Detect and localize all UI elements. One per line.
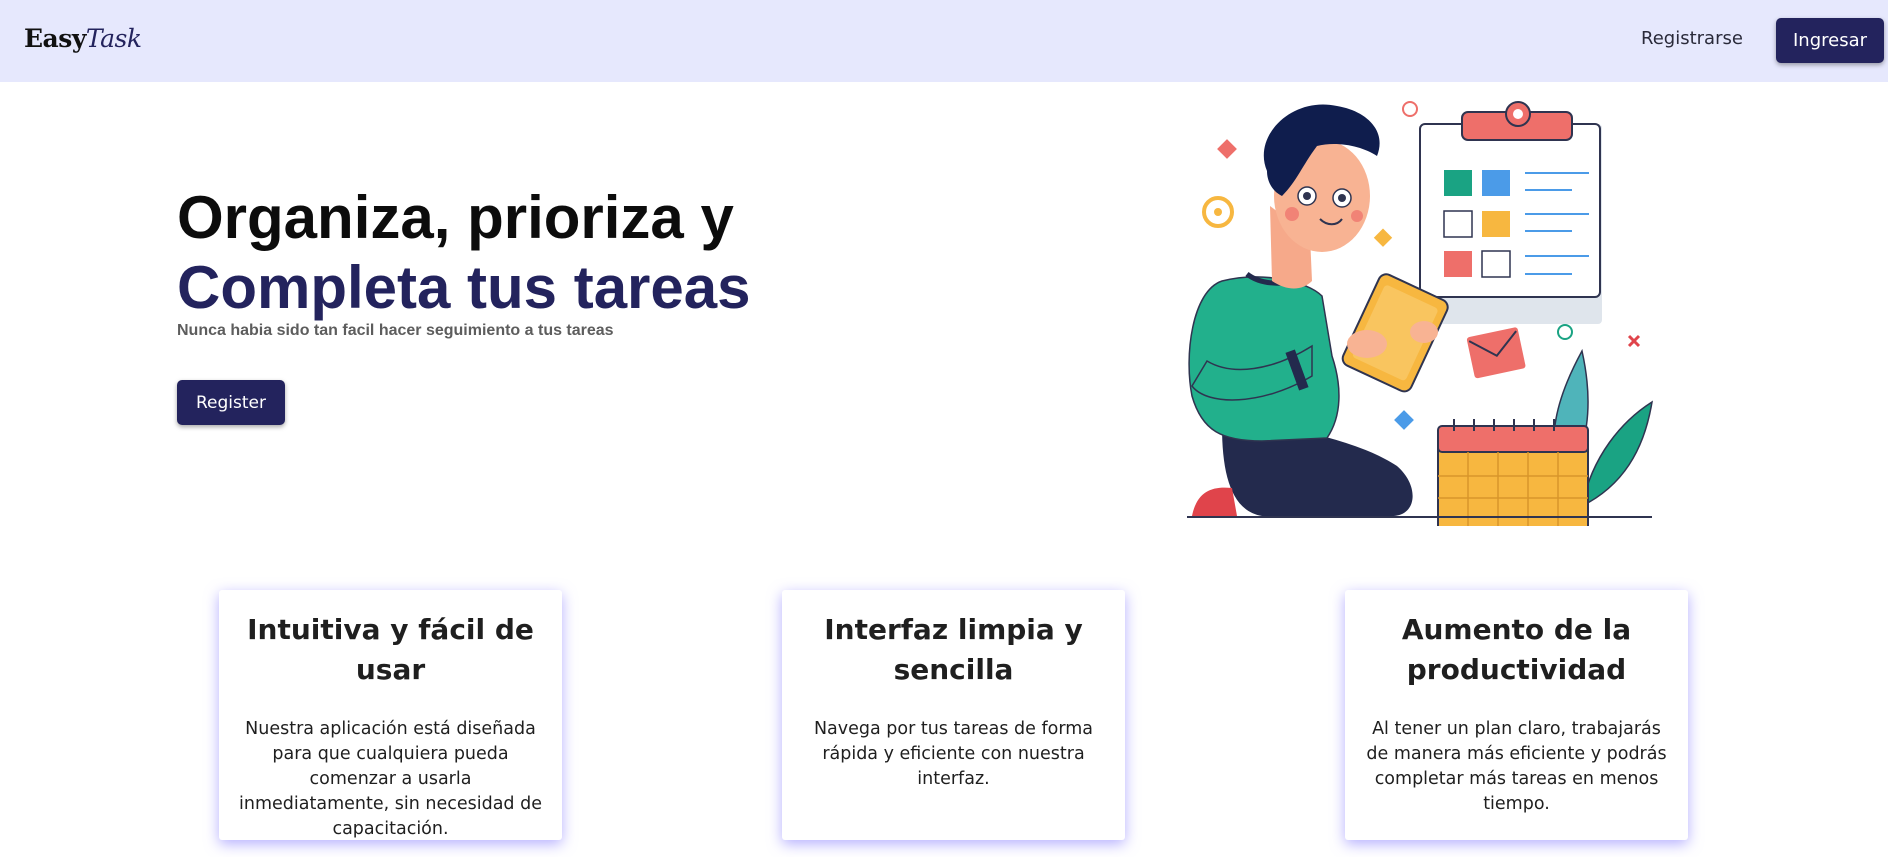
- login-button[interactable]: Ingresar: [1776, 18, 1884, 63]
- hero-title-line2: Completa tus tareas: [177, 254, 751, 321]
- feature-card-text: Navega por tus tareas de forma rápida y …: [813, 719, 1094, 789]
- brand-logo-part2: Task: [85, 24, 142, 53]
- register-link[interactable]: Registrarse: [1641, 28, 1743, 49]
- register-cta-button[interactable]: Register: [177, 380, 285, 425]
- feature-card: Intuitiva y fácil de usar Nuestra aplica…: [219, 590, 562, 840]
- brand-logo[interactable]: EasyTask: [24, 24, 142, 53]
- feature-card: Interfaz limpia y sencilla Navega por tu…: [782, 590, 1125, 840]
- brand-logo-part1: Easy: [24, 24, 86, 53]
- navbar: EasyTask Registrarse Ingresar: [0, 0, 1888, 82]
- feature-card: Aumento de la productividad Al tener un …: [1345, 590, 1688, 840]
- hero-title: Organiza, prioriza y Completa tus tareas: [177, 183, 751, 323]
- feature-card-title: Interfaz limpia y sencilla: [824, 613, 1083, 686]
- hero-title-line1: Organiza, prioriza y: [177, 184, 734, 251]
- hero-illustration: [1187, 101, 1654, 526]
- feature-card-text: Al tener un plan claro, trabajarás de ma…: [1366, 719, 1667, 814]
- hero-subtitle: Nunca habia sido tan facil hacer seguimi…: [177, 322, 614, 339]
- feature-card-title: Aumento de la productividad: [1401, 613, 1632, 686]
- feature-card-text: Nuestra aplicación está diseñada para qu…: [239, 719, 542, 839]
- feature-card-title: Intuitiva y fácil de usar: [247, 613, 534, 686]
